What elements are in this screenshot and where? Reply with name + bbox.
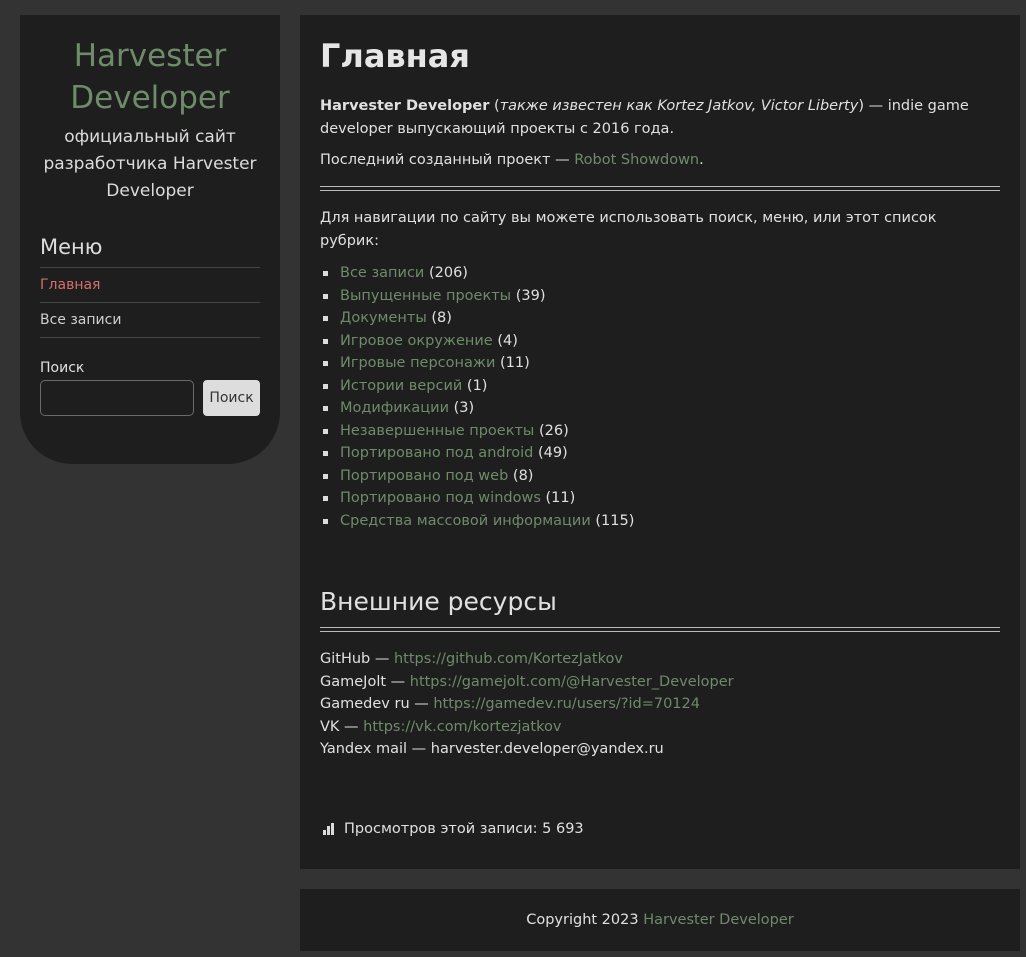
menu-item-home[interactable]: Главная — [40, 268, 260, 303]
category-count: (49) — [537, 445, 568, 461]
main-content: Главная Harvester Developer (также извес… — [300, 15, 1020, 869]
search-form: Поиск — [40, 380, 260, 416]
category-link[interactable]: Все записи — [340, 265, 424, 281]
resource-link[interactable]: https://vk.com/kortezjatkov — [363, 719, 561, 735]
search-label: Поиск — [40, 360, 85, 376]
category-link[interactable]: Модификации — [340, 400, 449, 416]
sidebar: Harvester Developer официальный сайт раз… — [20, 15, 280, 464]
last-project-prefix: Последний созданный проект — — [320, 152, 575, 168]
view-count-text: Просмотров этой записи: 5 693 — [344, 820, 584, 837]
category-count: (4) — [497, 332, 518, 349]
last-project-paragraph: Последний созданный проект — Robot Showd… — [320, 149, 1000, 172]
resources-list: GitHub — https://github.com/KortezJatkov… — [320, 648, 1000, 761]
navigation-text: Для навигации по сайту вы можете использ… — [320, 210, 937, 249]
list-item: Портировано под android (49) — [320, 442, 1000, 465]
resource-name: VK — — [320, 718, 364, 735]
category-link[interactable]: Средства массовой информации — [340, 513, 591, 529]
category-count: (1) — [466, 377, 488, 394]
category-count: (8) — [431, 310, 452, 326]
search-input[interactable] — [40, 380, 194, 416]
category-count: (11) — [499, 355, 530, 371]
resource-item-gamedev: Gamedev ru — https://gamedev.ru/users/?i… — [320, 693, 1000, 716]
divider — [320, 186, 1000, 191]
menu-item-all-posts[interactable]: Все записи — [40, 303, 260, 338]
category-count: (115) — [595, 512, 635, 529]
page-title: Главная — [320, 37, 470, 75]
category-link[interactable]: Игровые персонажи — [340, 355, 495, 371]
resource-item-github: GitHub — https://github.com/KortezJatkov — [320, 648, 1000, 671]
list-item: Средства массовой информации (115) — [320, 510, 1000, 533]
list-item: Портировано под windows (11) — [320, 487, 1000, 510]
category-count: (206) — [428, 265, 468, 281]
resource-item-yandex: Yandex mail — harvester.developer@yandex… — [320, 738, 1000, 761]
category-count: (11) — [545, 490, 576, 506]
category-link[interactable]: Истории версий — [340, 378, 462, 394]
intro-aka: также известен как Kortez Jatkov, Victor… — [499, 98, 859, 114]
list-item: Игровые персонажи (11) — [320, 352, 1000, 375]
list-item: Документы (8) — [320, 307, 1000, 330]
bar-chart-icon — [323, 822, 335, 835]
resource-link[interactable]: https://github.com/KortezJatkov — [394, 651, 623, 667]
resource-item-gamejolt: GameJolt — https://gamejolt.com/@Harvest… — [320, 671, 1000, 694]
category-count: (8) — [512, 467, 534, 484]
search-button[interactable]: Поиск — [203, 380, 260, 416]
intro-name: Harvester Developer — [320, 98, 490, 114]
category-count: (39) — [515, 287, 546, 304]
resource-link[interactable]: https://gamejolt.com/@Harvester_Develope… — [410, 674, 734, 690]
menu-title: Меню — [40, 235, 260, 268]
last-project-link[interactable]: Robot Showdown — [574, 152, 699, 168]
site-description: официальный сайт разработчика Harvester … — [43, 127, 257, 201]
resource-email: harvester.developer@yandex.ru — [430, 741, 664, 757]
list-item: Истории версий (1) — [320, 375, 1000, 398]
list-item: Модификации (3) — [320, 397, 1000, 420]
category-count: (3) — [453, 400, 475, 416]
site-title[interactable]: Harvester Developer — [40, 35, 260, 119]
category-link[interactable]: Портировано под android — [340, 445, 533, 461]
category-link[interactable]: Портировано под windows — [340, 490, 541, 506]
footer: Copyright 2023 Harvester Developer — [300, 889, 1020, 951]
category-link[interactable]: Выпущенные проекты — [340, 288, 511, 304]
resources-title: Внешние ресурсы — [320, 587, 557, 616]
resource-name: Yandex mail — — [320, 741, 431, 757]
resource-name: Gamedev ru — — [320, 696, 434, 712]
category-count: (26) — [538, 422, 569, 439]
view-counter: Просмотров этой записи: 5 693 — [320, 821, 1000, 837]
resource-link[interactable]: https://gamedev.ru/users/?id=70124 — [433, 696, 700, 712]
category-link[interactable]: Игровое окружение — [340, 333, 493, 349]
resource-name: GameJolt — — [320, 673, 410, 690]
intro-paren-open: ( — [489, 98, 500, 114]
category-link[interactable]: Документы — [340, 310, 427, 326]
list-item: Все записи (206) — [320, 262, 1000, 285]
last-project-suffix: . — [699, 152, 704, 168]
copyright-text: Copyright 2023 — [526, 912, 644, 928]
resource-item-vk: VK — https://vk.com/kortezjatkov — [320, 716, 1000, 739]
category-link[interactable]: Портировано под web — [340, 468, 508, 484]
intro-paragraph: Harvester Developer (также известен как … — [320, 95, 1000, 141]
category-link[interactable]: Незавершенные проекты — [340, 423, 534, 439]
category-list: Все записи (206) Выпущенные проекты (39)… — [320, 262, 1000, 532]
divider — [320, 627, 1000, 632]
list-item: Незавершенные проекты (26) — [320, 420, 1000, 443]
list-item: Игровое окружение (4) — [320, 330, 1000, 353]
resource-name: GitHub — — [320, 651, 394, 667]
list-item: Выпущенные проекты (39) — [320, 285, 1000, 308]
list-item: Портировано под web (8) — [320, 465, 1000, 488]
footer-site-link[interactable]: Harvester Developer — [643, 912, 794, 928]
